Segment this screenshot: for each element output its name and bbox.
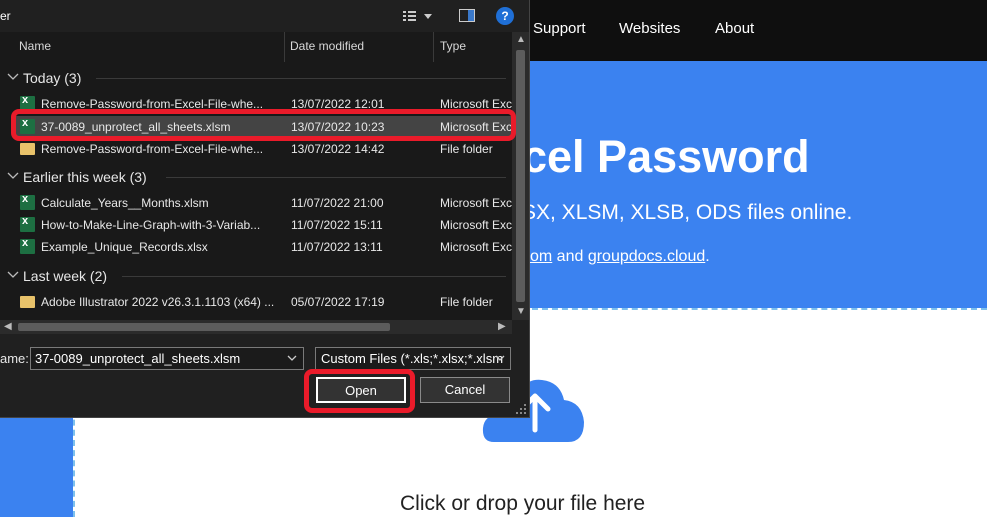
chevron-down-icon <box>7 172 19 179</box>
group-label: Last week (2) <box>23 268 108 284</box>
file-date: 13/07/2022 14:42 <box>291 142 385 156</box>
excel-file-icon <box>20 193 35 210</box>
dialog-title-bar: er ? <box>0 0 530 32</box>
nav-link-about[interactable]: About <box>715 20 754 37</box>
scroll-left-icon[interactable]: ◀ <box>4 321 12 332</box>
preview-pane-icon[interactable] <box>459 9 475 22</box>
folder-icon <box>20 296 35 308</box>
file-list[interactable]: Name Date modified Type Today (3) Remove… <box>0 32 512 320</box>
cancel-button[interactable]: Cancel <box>420 377 510 403</box>
file-type: Microsoft Excel <box>440 196 512 210</box>
group-divider <box>96 78 506 79</box>
group-label: Earlier this week (3) <box>23 169 147 185</box>
file-row[interactable]: Example_Unique_Records.xlsx 11/07/2022 1… <box>14 236 512 258</box>
folder-row[interactable]: Adobe Illustrator 2022 v26.3.1.1103 (x64… <box>14 291 512 313</box>
nav-link-websites[interactable]: Websites <box>619 20 680 37</box>
file-date: 11/07/2022 15:11 <box>291 218 383 232</box>
folder-row[interactable]: Remove-Password-from-Excel-File-whe... 1… <box>14 138 512 160</box>
hero-link-groupdocs[interactable]: groupdocs.cloud <box>588 248 705 265</box>
column-header-name[interactable]: Name <box>19 39 51 53</box>
file-type: Microsoft Excel <box>440 218 512 232</box>
file-type: File folder <box>440 142 493 156</box>
resize-grip-icon[interactable] <box>516 404 527 415</box>
hero-links: com and groupdocs.cloud. <box>522 248 710 266</box>
file-name: Calculate_Years__Months.xlsm <box>41 196 209 210</box>
group-divider <box>166 177 506 178</box>
horizontal-scroll-thumb[interactable] <box>18 323 390 331</box>
file-date: 05/07/2022 17:19 <box>291 295 385 309</box>
file-type: File folder <box>440 295 493 309</box>
file-type: Microsoft Excel <box>440 240 512 254</box>
hero-title: cel Password <box>522 131 810 182</box>
hero-links-end: . <box>705 248 710 265</box>
view-options-icon[interactable] <box>402 9 432 23</box>
vertical-scrollbar[interactable]: ▲ ▼ <box>512 32 529 320</box>
file-row[interactable]: Calculate_Years__Months.xlsm 11/07/2022 … <box>14 192 512 214</box>
file-name: Remove-Password-from-Excel-File-whe... <box>41 142 264 156</box>
file-type-filter-select[interactable]: Custom Files (*.xls;*.xlsx;*.xlsm <box>315 347 511 370</box>
filename-label: ame: <box>0 351 29 366</box>
excel-file-icon <box>20 237 35 254</box>
scroll-right-icon[interactable]: ▶ <box>498 321 506 332</box>
hero-subtitle: SX, XLSM, XLSB, ODS files online. <box>522 201 853 224</box>
group-divider <box>122 276 506 277</box>
chevron-down-icon[interactable] <box>286 352 298 364</box>
column-divider[interactable] <box>433 32 434 62</box>
group-header-today[interactable]: Today (3) <box>0 66 512 90</box>
open-file-dialog: er ? Name Date modified Type Today (3) R… <box>0 0 530 418</box>
file-name: Adobe Illustrator 2022 v26.3.1.1103 (x64… <box>41 295 275 309</box>
file-name: Example_Unique_Records.xlsx <box>41 240 208 254</box>
help-icon[interactable]: ? <box>496 7 514 25</box>
scroll-down-icon[interactable]: ▼ <box>516 306 526 317</box>
column-header-type[interactable]: Type <box>440 39 466 53</box>
horizontal-scrollbar[interactable]: ◀ ▶ <box>0 320 512 334</box>
chevron-down-icon[interactable] <box>494 352 506 364</box>
file-date: 11/07/2022 13:11 <box>291 240 383 254</box>
column-header-date[interactable]: Date modified <box>290 39 364 53</box>
dialog-title: er <box>0 9 11 23</box>
selected-file-highlight <box>11 109 516 141</box>
chevron-down-icon <box>7 73 19 80</box>
drop-instructions: Click or drop your file here <box>400 492 646 515</box>
nav-link-support[interactable]: Support <box>533 20 586 37</box>
folder-icon <box>20 143 35 155</box>
group-label: Today (3) <box>23 70 82 86</box>
excel-file-icon <box>20 215 35 232</box>
hero-links-middle: and <box>552 248 588 265</box>
file-date: 11/07/2022 21:00 <box>291 196 384 210</box>
file-row[interactable]: How-to-Make-Line-Graph-with-3-Variab... … <box>14 214 512 236</box>
chevron-down-icon <box>7 271 19 278</box>
scroll-up-icon[interactable]: ▲ <box>516 34 526 45</box>
group-header-earlier-this-week[interactable]: Earlier this week (3) <box>0 165 512 189</box>
group-header-last-week[interactable]: Last week (2) <box>0 264 512 288</box>
file-name: How-to-Make-Line-Graph-with-3-Variab... <box>41 218 261 232</box>
vertical-scroll-thumb[interactable] <box>516 50 525 302</box>
open-button-highlight <box>304 369 415 413</box>
column-divider[interactable] <box>284 32 285 62</box>
filename-input[interactable]: 37-0089_unprotect_all_sheets.xlsm <box>30 347 304 370</box>
